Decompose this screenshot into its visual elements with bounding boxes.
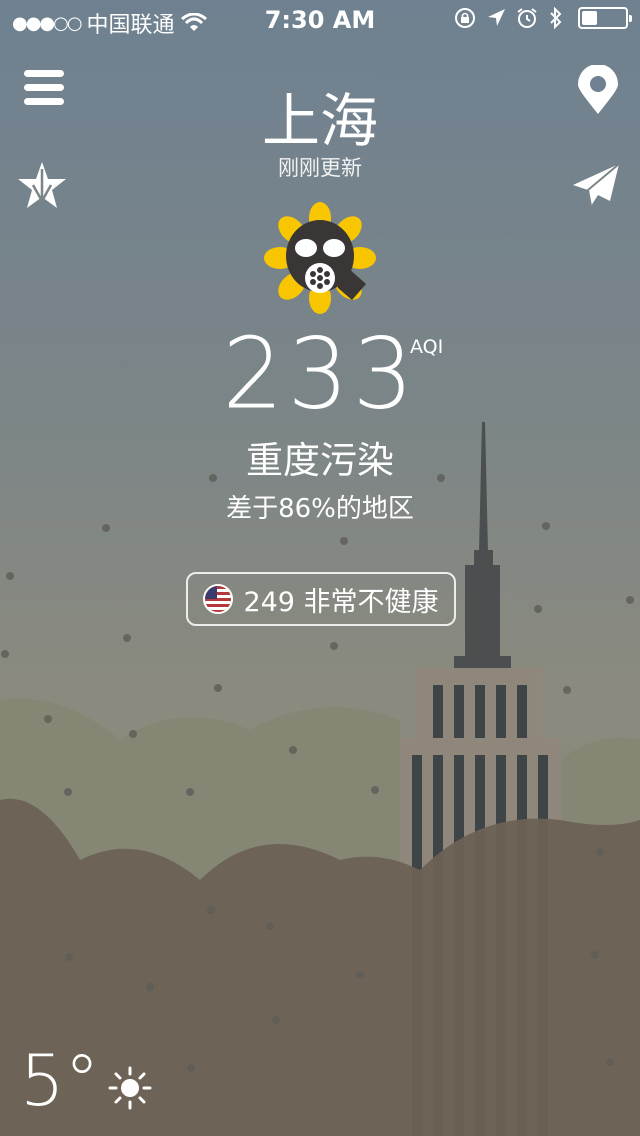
update-status: 刚刚更新 — [278, 156, 362, 180]
pollution-level: 重度污染 — [246, 439, 394, 482]
us-flag-icon — [203, 584, 234, 614]
sun-icon — [108, 1066, 152, 1110]
rotation-lock-icon — [455, 8, 475, 28]
location-arrow-icon — [488, 9, 505, 26]
battery-level — [582, 11, 597, 25]
alarm-icon — [517, 8, 537, 28]
aqi-unit: AQI — [410, 336, 444, 358]
gas-mask-sunflower-icon — [264, 202, 376, 314]
us-aqi-label: 249 非常不健康 — [243, 586, 439, 618]
city-name[interactable]: 上海 — [0, 74, 640, 158]
status-bar: ●●●○○ 中国联通 7:30 AM — [0, 0, 640, 40]
aqi-display: 233 AQI — [0, 316, 640, 432]
aqi-value: 233 — [222, 316, 418, 432]
bluetooth-icon — [550, 6, 562, 30]
region-comparison: 差于86%的地区 — [226, 494, 414, 524]
temperature: 5° — [20, 1040, 100, 1122]
battery-icon — [578, 7, 632, 29]
us-aqi-button[interactable]: 249 非常不健康 — [186, 572, 456, 626]
status-right — [454, 6, 632, 30]
